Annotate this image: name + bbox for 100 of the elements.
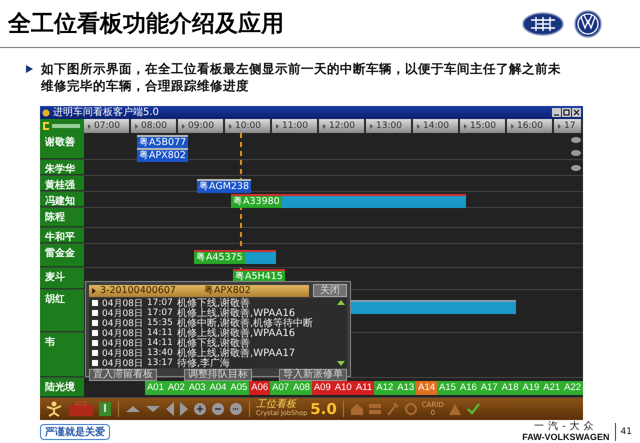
logo-title: 工位看板 <box>256 400 298 409</box>
oval-emblem-icon <box>522 12 564 36</box>
bay-tile[interactable]: A15 <box>437 381 458 395</box>
bay-tile[interactable]: A01 <box>145 381 166 395</box>
dialog-button[interactable]: 置入滞留看板 <box>89 369 157 381</box>
bay-tile[interactable]: A19 <box>520 381 542 395</box>
app-icon <box>42 108 50 116</box>
time-slot-header: 14:00 <box>413 119 458 133</box>
arrow-right-icon[interactable] <box>179 401 189 417</box>
time-slot-header: 11:00 <box>272 119 317 133</box>
bay-tile[interactable]: A10 <box>332 381 354 395</box>
triangle-icon <box>511 124 514 128</box>
tile-icon[interactable] <box>98 401 112 417</box>
technician-name: 谢敬善 <box>40 133 84 159</box>
log-message: 机修上线,谢敬善,WPAA16 <box>176 308 296 319</box>
plate-number: 粤A33980 <box>231 196 282 208</box>
dialog-button[interactable]: 导入新派修单 <box>279 369 347 381</box>
dialog-button[interactable]: 调整排队目标 <box>184 369 252 381</box>
brand-name-chinese: 一汽-大众 <box>534 422 598 432</box>
plate-number: 粤A45375 <box>194 252 245 264</box>
bay-tile[interactable]: A08 <box>291 381 312 395</box>
checkbox[interactable] <box>92 300 98 306</box>
time-slot-header: 08:00 <box>131 119 176 133</box>
log-message: 机修上线,谢敬善,WPAA16 <box>176 328 296 339</box>
home-icon[interactable] <box>350 401 364 417</box>
bay-tile[interactable]: A03 <box>186 381 208 395</box>
triangle-icon <box>276 124 279 128</box>
log-date: 04月08日 <box>102 298 143 309</box>
page-number: 41 <box>620 426 632 436</box>
log-message: 机修下线,谢敬善 <box>176 338 250 349</box>
bay-tile[interactable]: A13 <box>395 381 416 395</box>
bay-tile[interactable]: A07 <box>270 381 292 395</box>
checkbox[interactable] <box>92 310 98 316</box>
bay-tile[interactable]: A05 <box>228 381 250 395</box>
order-number: 3-20100400607 <box>100 284 176 296</box>
technician-name: 黄桂强 <box>40 176 84 191</box>
time-slot-header: 15:00 <box>460 119 505 133</box>
bay-tile[interactable]: A12 <box>374 381 396 395</box>
log-time: 15:35 <box>146 318 173 328</box>
triangle-icon <box>182 124 185 128</box>
technician-name: 雷金金 <box>40 244 84 267</box>
checkbox[interactable] <box>92 350 98 356</box>
log-date: 04月08日 <box>102 318 143 329</box>
bay-tile[interactable]: A04 <box>208 381 228 395</box>
brand-name: FAW-VOLKSWAGEN <box>522 432 610 442</box>
triangle-icon <box>370 124 373 128</box>
plus-icon[interactable] <box>193 401 207 417</box>
minimize-icon[interactable] <box>552 108 561 117</box>
bay-tile[interactable]: A16 <box>458 381 479 395</box>
log-time: 14:11 <box>146 338 173 348</box>
bay-tile[interactable]: A09 <box>312 381 333 395</box>
log-time: 17:07 <box>146 308 173 318</box>
log-time: 17:07 <box>146 298 173 308</box>
pointer-icon <box>92 288 96 294</box>
technician-name: 麦斗 <box>40 268 84 289</box>
bullet-icon <box>26 65 33 73</box>
stack-icon[interactable] <box>368 401 382 417</box>
log-date: 04月08日 <box>102 308 143 319</box>
bay-tile[interactable]: A18 <box>500 381 520 395</box>
round-emblem-icon <box>574 10 602 38</box>
technician-name: 胡红 <box>40 290 84 332</box>
bullet-text: 如下图所示界面，在全工位看板最左侧显示前一天的中断车辆，以便于车间主任了解之前未维修完毕的车辆，合理跟踪维修进度 <box>41 60 562 95</box>
triangle-icon <box>135 124 138 128</box>
log-message: 机修中断,谢敬善,机修等待中断 <box>176 318 314 329</box>
log-message: 机修下线,谢敬善 <box>176 296 250 309</box>
bay-tile[interactable]: A17 <box>478 381 500 395</box>
job-bar[interactable]: 粤A45375 <box>194 250 276 264</box>
checkbox[interactable] <box>92 320 98 326</box>
log-date: 04月08日 <box>102 328 143 339</box>
checkbox[interactable] <box>92 340 98 346</box>
time-slot-header: 17 <box>554 119 581 133</box>
bay-tile[interactable]: A22 <box>562 381 584 395</box>
more-icon[interactable] <box>229 401 243 417</box>
log-message: 机修上线,谢敬善,WPAA17 <box>176 348 296 359</box>
time-slot-header: 16:00 <box>507 119 552 133</box>
scroll-down-icon[interactable] <box>337 361 345 366</box>
time-slot-header: 09:00 <box>178 119 223 133</box>
scroll-up-icon[interactable] <box>337 300 345 305</box>
technician-name: 韦 <box>40 333 84 377</box>
close-icon[interactable] <box>572 108 581 117</box>
technician-name: 陈程 <box>40 208 84 227</box>
technician-name: 朱学华 <box>40 160 84 175</box>
person-icon[interactable] <box>44 401 64 417</box>
close-button[interactable]: 关闭 <box>313 284 347 297</box>
job-bar[interactable]: 粤A33980 <box>231 194 466 208</box>
log-time: 13:17 <box>146 358 173 368</box>
bay-tile[interactable]: A06 <box>249 381 270 395</box>
check-icon[interactable] <box>466 401 480 417</box>
triangle-icon <box>323 124 326 128</box>
arrow-left-icon[interactable] <box>165 401 175 417</box>
checkbox[interactable] <box>92 330 98 336</box>
checkbox[interactable] <box>92 360 98 366</box>
bay-tile[interactable]: A21 <box>541 381 562 395</box>
technician-name: 牛和平 <box>40 228 84 243</box>
bay-tile[interactable]: A14 <box>416 381 438 395</box>
bay-tile[interactable]: A11 <box>354 381 374 395</box>
bay-tile[interactable]: A02 <box>166 381 187 395</box>
maximize-icon[interactable] <box>562 108 571 117</box>
plate-number: 粤APX802 <box>204 284 251 296</box>
minus-icon[interactable] <box>211 401 225 417</box>
